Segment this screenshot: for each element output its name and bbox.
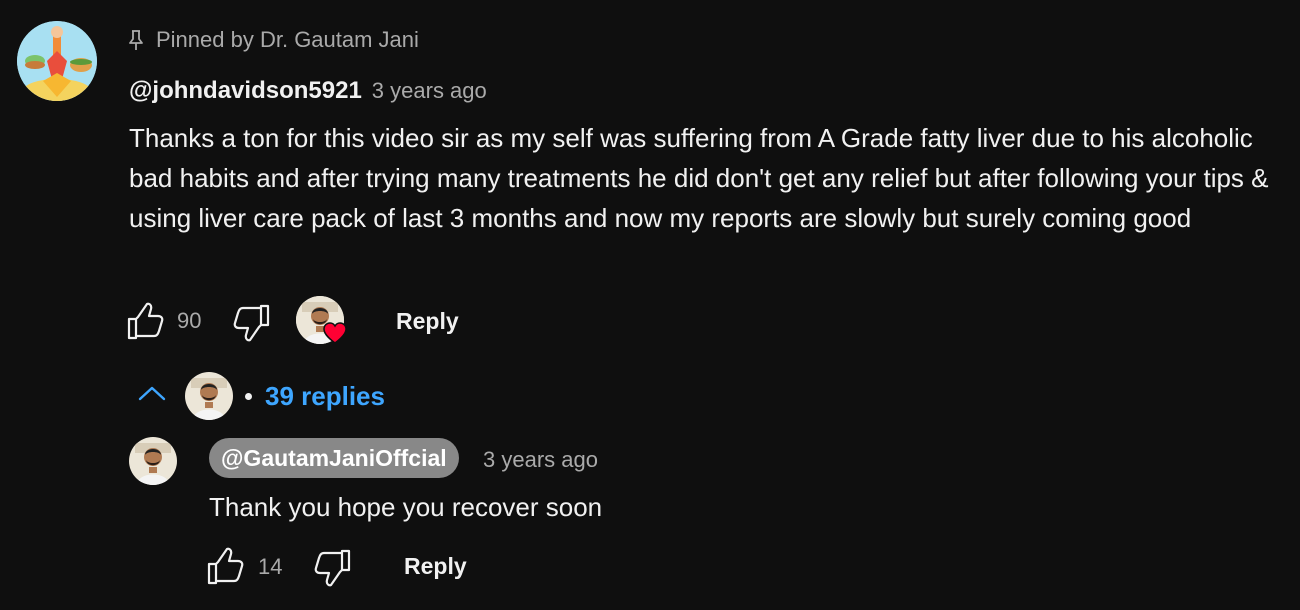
thumbs-down-icon [233,304,271,346]
reply-button[interactable]: Reply [396,308,459,335]
heart-icon [323,322,347,349]
commenter-avatar[interactable] [17,21,97,101]
reply-reply-button[interactable]: Reply [404,553,467,580]
comment-text: Thanks a ton for this video sir as my se… [129,123,1269,233]
pinned-label: Pinned by Dr. Gautam Jani [128,27,419,53]
thumbs-up-icon [126,302,164,344]
chevron-up-icon [137,384,167,409]
replies-toggle[interactable]: 39 replies [137,368,385,424]
pin-icon [128,29,144,51]
dislike-button[interactable] [233,304,271,342]
separator-dot [245,392,252,400]
replier-avatar [185,372,233,420]
comment-author[interactable]: @johndavidson5921 [129,77,362,105]
thumbs-down-icon [314,549,352,591]
thumbs-up-icon [206,547,244,589]
reply-like-button[interactable] [206,547,244,585]
pinned-text: Pinned by Dr. Gautam Jani [156,27,419,52]
reply-author-avatar[interactable] [129,437,177,485]
replies-count[interactable]: 39 replies [265,381,385,412]
reply-like-count: 14 [258,554,283,579]
like-button[interactable] [126,302,164,340]
comment-time[interactable]: 3 years ago [372,78,487,104]
like-count: 90 [177,308,202,333]
creator-heart[interactable] [296,296,348,348]
reply-dislike-button[interactable] [314,549,352,587]
reply-time[interactable]: 3 years ago [483,447,598,473]
reply-text: Thank you hope you recover soon [209,492,603,522]
comment-header: @johndavidson5921 3 years ago [129,77,487,105]
reply-author-chip[interactable]: @GautamJaniOffcial [209,438,459,478]
